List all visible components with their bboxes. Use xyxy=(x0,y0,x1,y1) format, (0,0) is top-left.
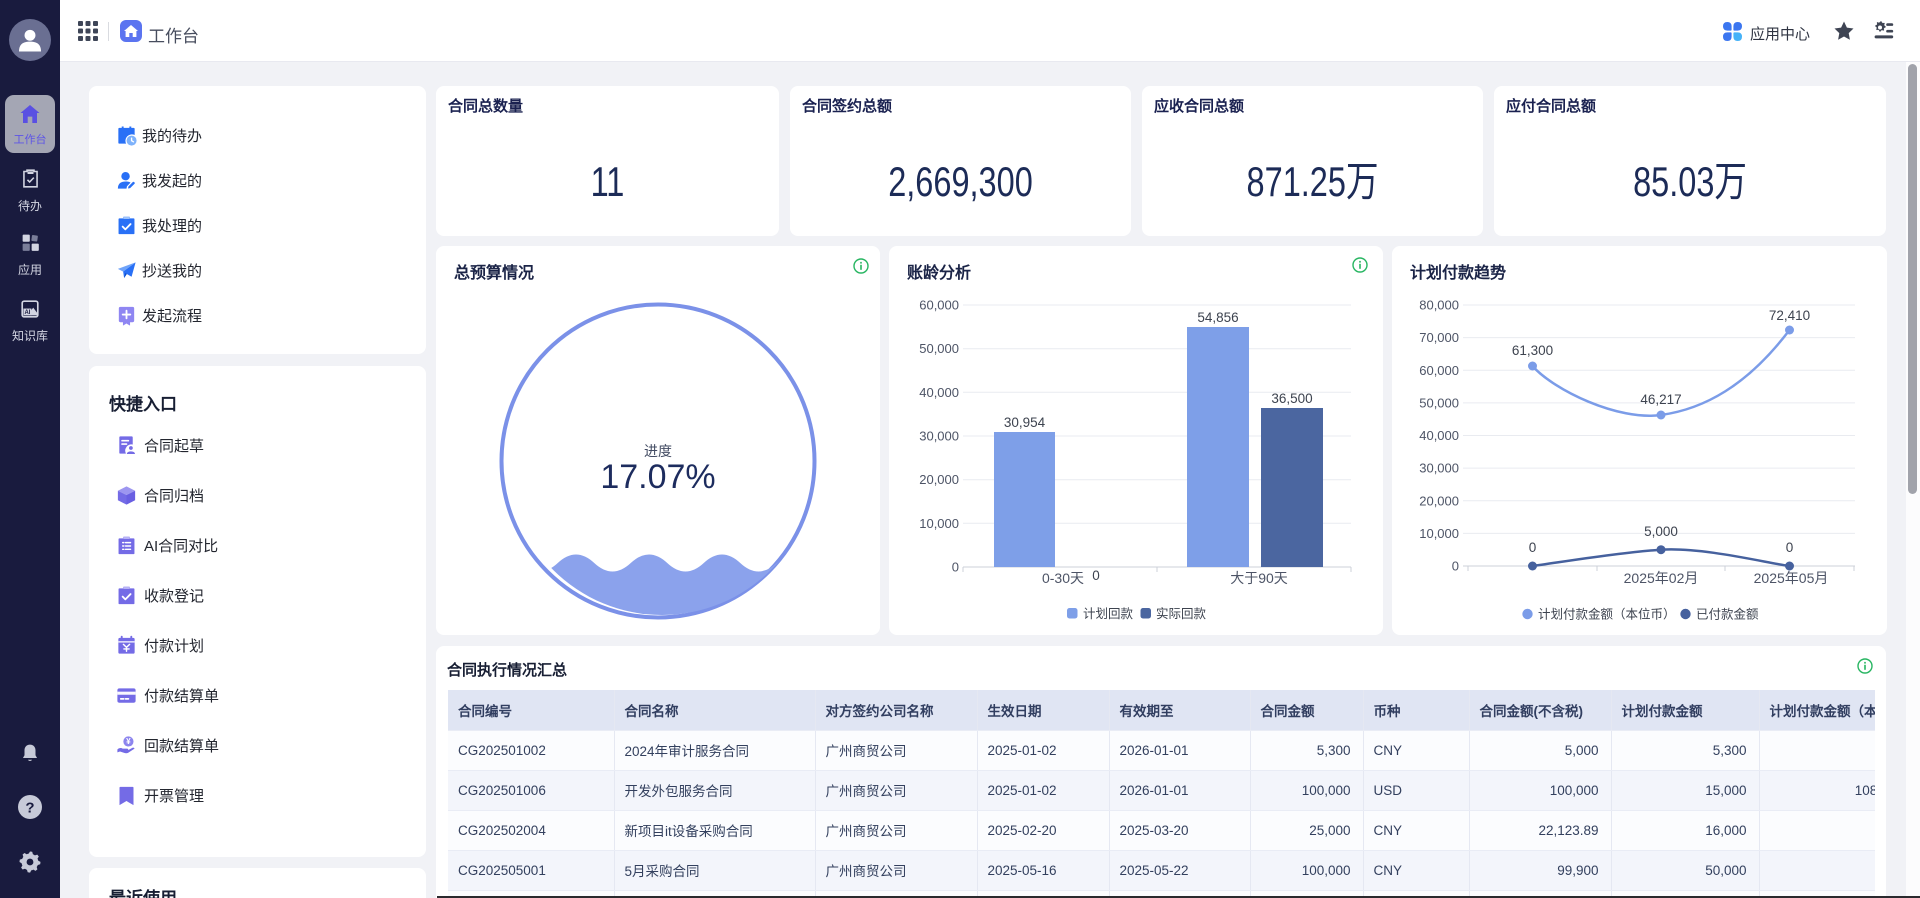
svg-text:实际回款: 实际回款 xyxy=(1156,606,1207,621)
svg-text:80,000: 80,000 xyxy=(1419,298,1459,313)
svg-text:50,000: 50,000 xyxy=(1419,395,1459,410)
svg-text:30,000: 30,000 xyxy=(919,429,959,444)
svg-text:¥: ¥ xyxy=(126,737,131,746)
svg-text:10,000: 10,000 xyxy=(919,516,959,531)
svg-text:0: 0 xyxy=(1786,540,1794,555)
svg-text:0: 0 xyxy=(1529,540,1537,555)
svg-text:2025年05月: 2025年05月 xyxy=(1754,570,1829,586)
svg-text:进度: 进度 xyxy=(644,443,672,459)
svg-text:30,954: 30,954 xyxy=(1004,415,1046,430)
svg-text:36,500: 36,500 xyxy=(1271,391,1312,406)
svg-text:计划付款金额（本位币）: 计划付款金额（本位币） xyxy=(1538,607,1676,622)
svg-text:50,000: 50,000 xyxy=(919,341,959,356)
svg-text:大于90天: 大于90天 xyxy=(1230,570,1288,586)
svg-text:60,000: 60,000 xyxy=(1419,363,1459,378)
svg-text:10,000: 10,000 xyxy=(1419,526,1459,541)
svg-text:AI: AI xyxy=(24,310,30,316)
svg-text:70,000: 70,000 xyxy=(1419,330,1459,345)
svg-text:61,300: 61,300 xyxy=(1512,343,1553,358)
svg-text:54,856: 54,856 xyxy=(1197,310,1238,325)
svg-text:60,000: 60,000 xyxy=(919,298,959,313)
svg-text:0: 0 xyxy=(1092,568,1100,583)
svg-text:5,000: 5,000 xyxy=(1644,524,1678,539)
svg-text:20,000: 20,000 xyxy=(1419,493,1459,508)
svg-text:2025年02月: 2025年02月 xyxy=(1624,570,1699,586)
svg-text:40,000: 40,000 xyxy=(919,385,959,400)
svg-text:0: 0 xyxy=(1452,559,1459,574)
svg-text:40,000: 40,000 xyxy=(1419,428,1459,443)
svg-text:?: ? xyxy=(25,800,34,817)
svg-text:计划回款: 计划回款 xyxy=(1083,607,1134,621)
svg-text:17.07%: 17.07% xyxy=(600,458,715,496)
svg-text:30,000: 30,000 xyxy=(1419,461,1459,476)
svg-text:已付款金额: 已付款金额 xyxy=(1696,607,1759,622)
svg-text:20,000: 20,000 xyxy=(919,472,959,487)
svg-text:46,217: 46,217 xyxy=(1640,392,1681,407)
svg-text:0-30天: 0-30天 xyxy=(1042,570,1084,586)
svg-text:72,410: 72,410 xyxy=(1769,308,1810,323)
svg-text:0: 0 xyxy=(952,560,959,575)
